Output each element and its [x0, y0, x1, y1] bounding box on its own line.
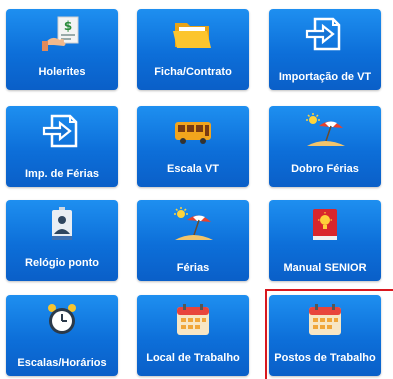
calendar-icon — [303, 301, 347, 339]
tile-local-de-trabalho[interactable]: Local de Trabalho — [137, 295, 249, 376]
beach-icon — [303, 112, 347, 150]
tile-imp-ferias[interactable]: Imp. de Férias — [6, 106, 118, 187]
tile-label: Imp. de Férias — [25, 168, 99, 180]
alarm-clock-icon — [40, 301, 84, 339]
manual-icon — [303, 206, 347, 244]
bus-icon — [171, 112, 215, 150]
tile-label: Dobro Férias — [291, 163, 359, 175]
beach-icon — [171, 206, 215, 244]
tile-escala-vt[interactable]: Escala VT — [137, 106, 249, 187]
tile-label: Postos de Trabalho — [274, 352, 376, 364]
tile-label: Férias — [176, 262, 210, 274]
tile-label: Relógio ponto — [25, 257, 99, 269]
payslip-icon: $ — [40, 15, 84, 53]
svg-text:$: $ — [64, 19, 72, 33]
tile-postos-de-trabalho[interactable]: Postos de Trabalho — [269, 295, 381, 376]
tile-ferias[interactable]: Férias — [137, 200, 249, 281]
tile-manual-senior[interactable]: Manual SENIOR — [269, 200, 381, 281]
tile-dobro-ferias[interactable]: Dobro Férias — [269, 106, 381, 187]
tile-label: Escala VT — [167, 163, 219, 175]
tile-label: Local de Trabalho — [146, 352, 240, 364]
tile-holerites[interactable]: $ Holerites — [6, 9, 118, 90]
tile-ficha-contrato[interactable]: Ficha/Contrato — [137, 9, 249, 90]
tile-importacao-vt[interactable]: Importação de VT — [269, 9, 381, 90]
calendar-icon — [171, 301, 215, 339]
tile-label: Holerites — [38, 66, 86, 78]
import-icon — [303, 15, 347, 53]
tile-label: Ficha/Contrato — [154, 66, 232, 78]
folder-icon — [171, 15, 215, 53]
tile-label: Manual SENIOR — [283, 262, 367, 274]
timeclock-icon — [40, 206, 84, 244]
tile-label: Importação de VT — [278, 71, 372, 83]
tile-relogio-ponto[interactable]: Relógio ponto — [6, 200, 118, 281]
tile-label: Escalas/Horários — [17, 357, 107, 369]
tile-escalas-horarios[interactable]: Escalas/Horários — [6, 295, 118, 376]
import-icon — [40, 112, 84, 150]
